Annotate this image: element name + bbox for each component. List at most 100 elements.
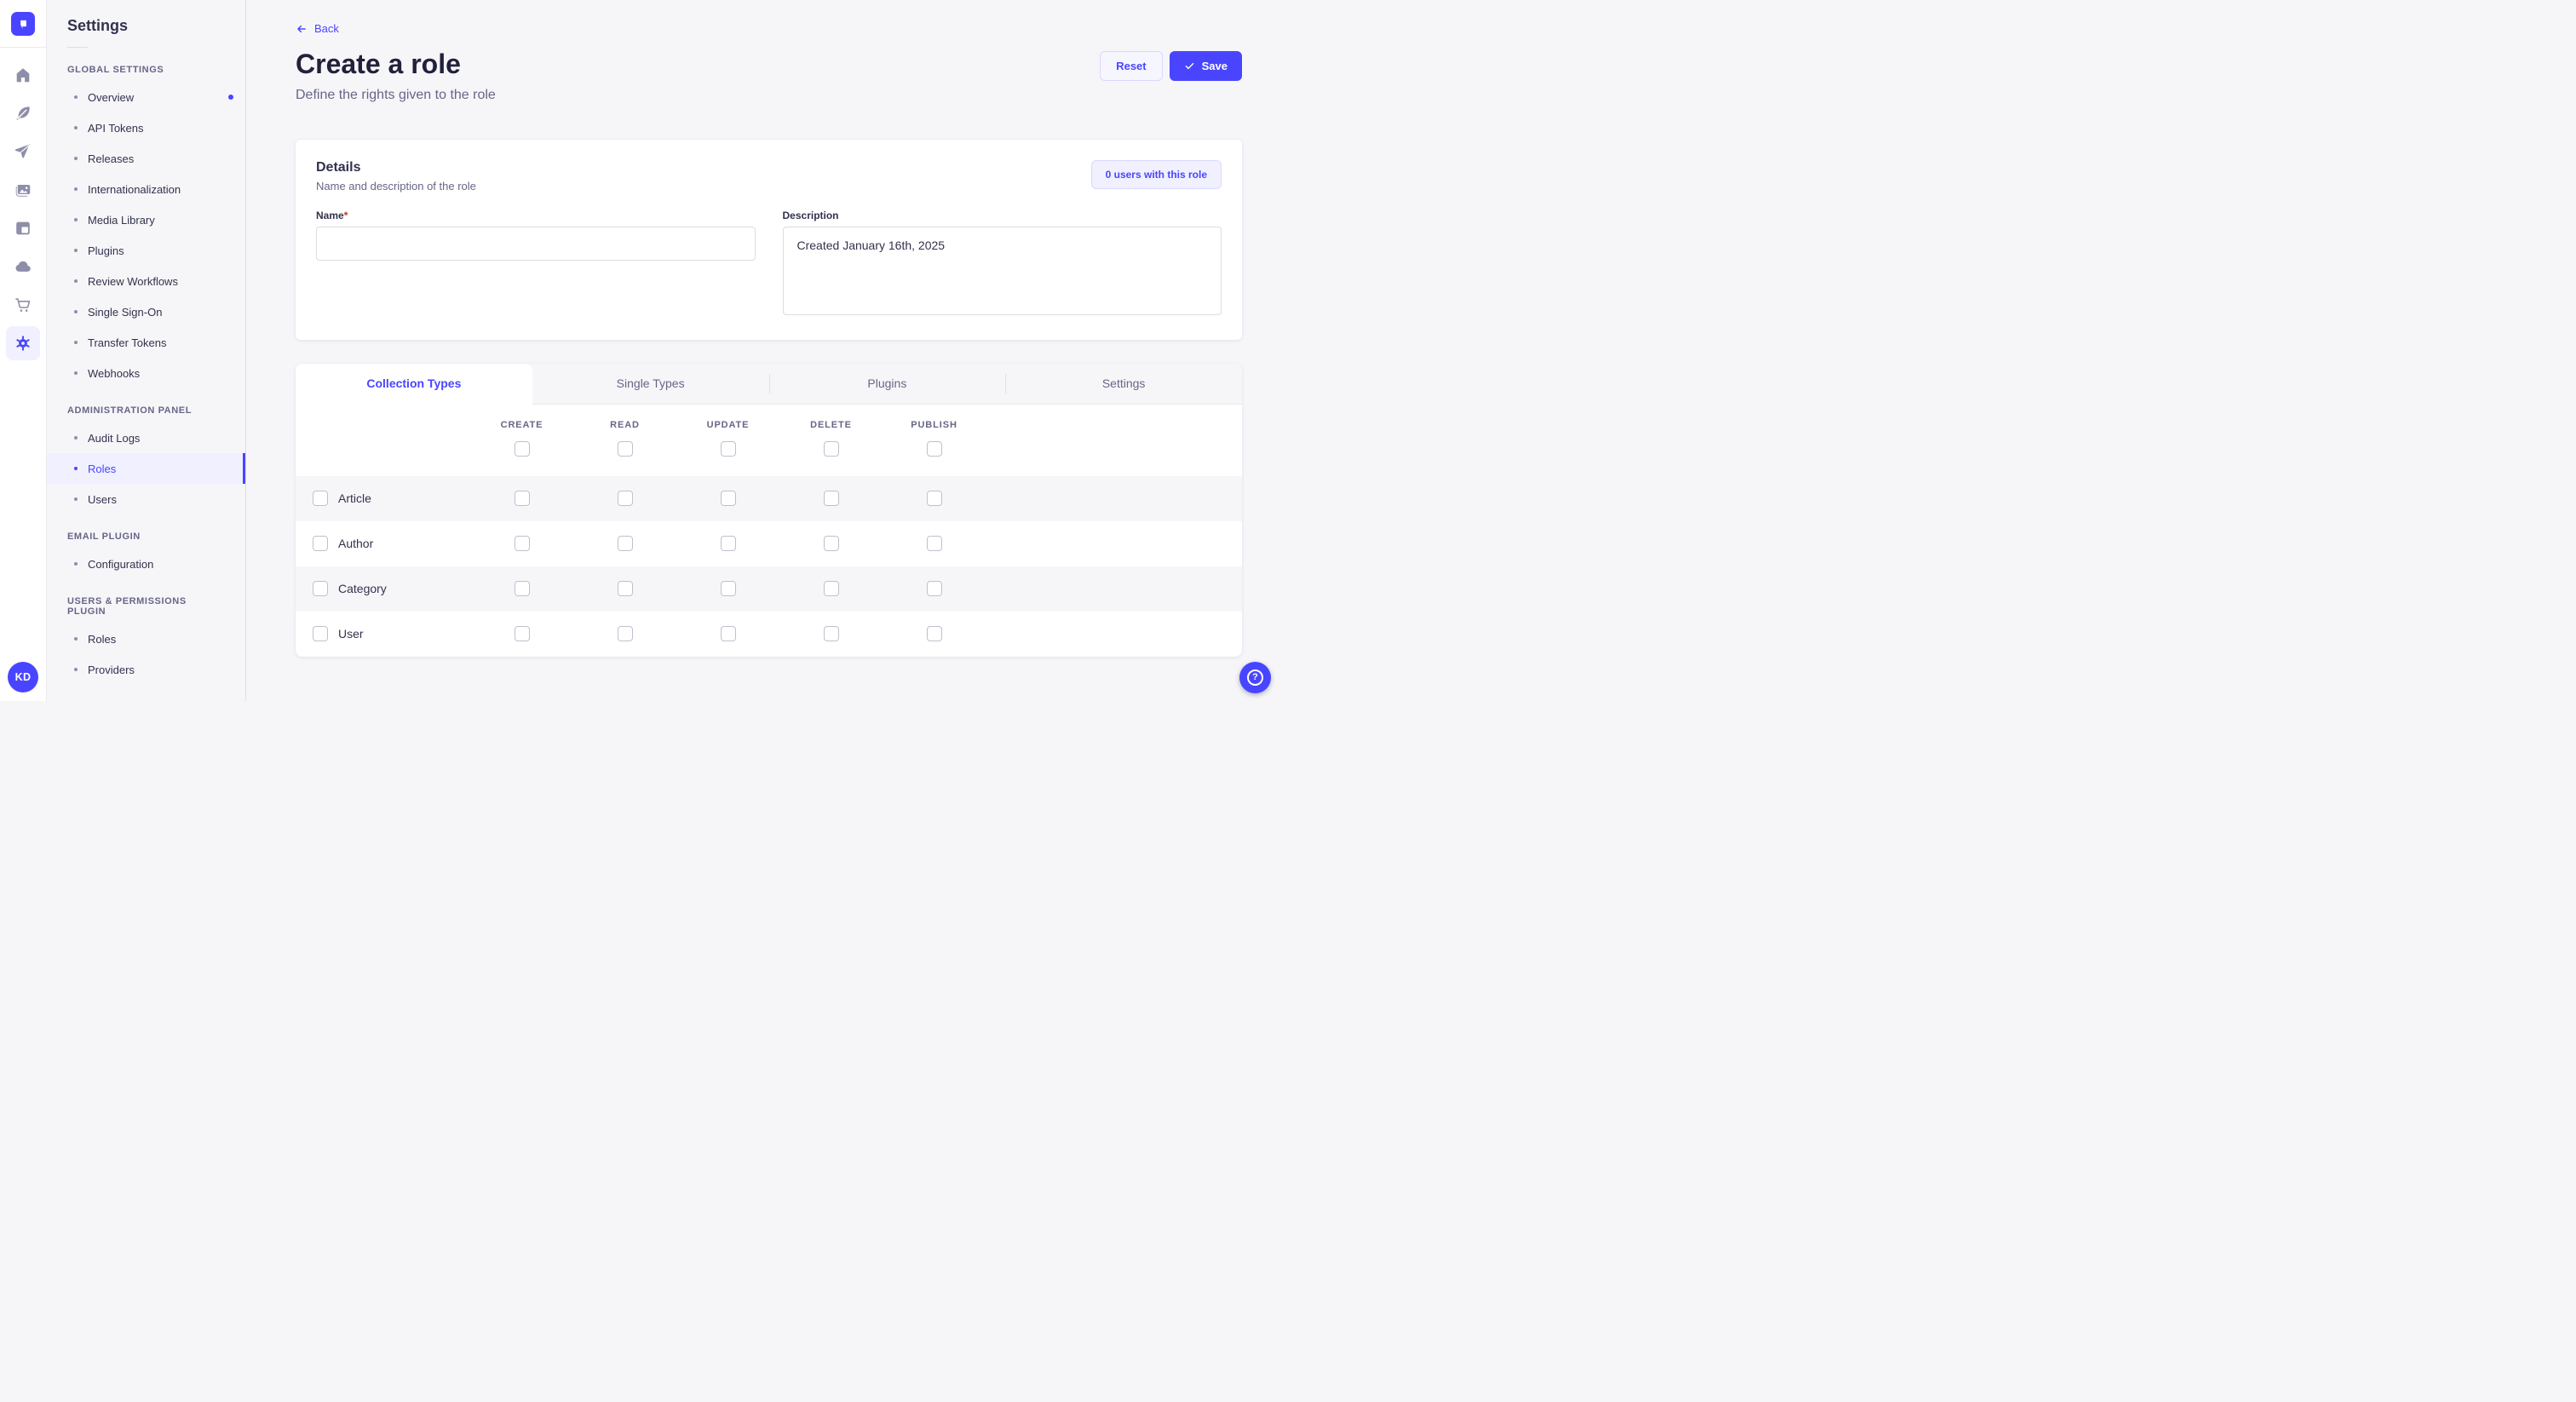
- select-all-delete-checkbox[interactable]: [824, 441, 839, 457]
- user-row-checkbox[interactable]: [313, 626, 328, 641]
- sidebar-item-roles-up[interactable]: Roles: [47, 623, 245, 654]
- author-create-checkbox[interactable]: [515, 536, 530, 551]
- user-delete-checkbox[interactable]: [824, 626, 839, 641]
- name-input[interactable]: [316, 227, 756, 261]
- bullet-icon: [74, 218, 78, 221]
- cloud-icon[interactable]: [6, 250, 40, 284]
- users-with-role-badge[interactable]: 0 users with this role: [1091, 160, 1222, 189]
- author-row-checkbox[interactable]: [313, 536, 328, 551]
- gear-icon[interactable]: [6, 326, 40, 360]
- tab-collection-types[interactable]: Collection Types: [296, 364, 532, 405]
- permissions-tabs: Collection Types Single Types Plugins Se…: [296, 364, 1242, 405]
- details-card-head: Details Name and description of the role…: [316, 160, 1222, 192]
- paper-plane-icon[interactable]: [6, 135, 40, 169]
- article-update-checkbox[interactable]: [721, 491, 736, 506]
- media-library-icon[interactable]: [6, 173, 40, 207]
- sidebar-item-roles-admin[interactable]: Roles: [47, 453, 245, 484]
- sidebar-item-review-workflows[interactable]: Review Workflows: [47, 266, 245, 296]
- sidebar-item-media-library[interactable]: Media Library: [47, 204, 245, 235]
- tab-plugins[interactable]: Plugins: [769, 364, 1006, 405]
- help-button[interactable]: ?: [1239, 662, 1271, 693]
- nav-section-administration-panel: ADMINISTRATION PANEL: [67, 405, 225, 416]
- sidebar-item-api-tokens[interactable]: API Tokens: [47, 112, 245, 143]
- user-publish-checkbox[interactable]: [927, 626, 942, 641]
- home-icon[interactable]: [6, 58, 40, 92]
- reset-button[interactable]: Reset: [1100, 51, 1162, 81]
- article-row-checkbox[interactable]: [313, 491, 328, 506]
- bullet-icon: [74, 157, 78, 160]
- global-settings-list: Overview API Tokens Releases Internation…: [47, 82, 245, 388]
- save-button[interactable]: Save: [1170, 51, 1242, 81]
- bullet-icon: [74, 467, 78, 470]
- author-publish-checkbox[interactable]: [927, 536, 942, 551]
- category-row-checkbox[interactable]: [313, 581, 328, 596]
- category-create-checkbox[interactable]: [515, 581, 530, 596]
- details-title: Details: [316, 160, 476, 175]
- author-read-checkbox[interactable]: [618, 536, 633, 551]
- article-read-checkbox[interactable]: [618, 491, 633, 506]
- table-row-article: Article: [296, 476, 1242, 521]
- select-all-publish-checkbox[interactable]: [927, 441, 942, 457]
- bullet-icon: [74, 95, 78, 99]
- icon-nav: [0, 48, 46, 360]
- subnav-title: Settings: [67, 17, 245, 35]
- article-create-checkbox[interactable]: [515, 491, 530, 506]
- select-all-read-checkbox[interactable]: [618, 441, 633, 457]
- details-subtitle: Name and description of the role: [316, 180, 476, 192]
- sidebar-item-transfer-tokens[interactable]: Transfer Tokens: [47, 327, 245, 358]
- select-all-update-checkbox[interactable]: [721, 441, 736, 457]
- strapi-glyph: [14, 15, 32, 32]
- header-actions: Reset Save: [1100, 51, 1242, 81]
- feather-icon[interactable]: [6, 96, 40, 130]
- user-update-checkbox[interactable]: [721, 626, 736, 641]
- sidebar-item-audit-logs[interactable]: Audit Logs: [47, 422, 245, 453]
- column-header-create: CREATE: [470, 420, 573, 430]
- column-header-publish: PUBLISH: [883, 420, 986, 430]
- bullet-icon: [74, 249, 78, 252]
- user-create-checkbox[interactable]: [515, 626, 530, 641]
- row-label: Category: [338, 582, 387, 595]
- cart-icon[interactable]: [6, 288, 40, 322]
- sidebar-item-single-sign-on[interactable]: Single Sign-On: [47, 296, 245, 327]
- select-all-create-checkbox[interactable]: [515, 441, 530, 457]
- bullet-icon: [74, 436, 78, 440]
- required-asterisk: *: [344, 210, 348, 221]
- category-update-checkbox[interactable]: [721, 581, 736, 596]
- article-delete-checkbox[interactable]: [824, 491, 839, 506]
- title-divider: [67, 47, 88, 48]
- email-plugin-list: Configuration: [47, 549, 245, 579]
- description-field-group: Description Created January 16th, 2025: [783, 210, 1222, 319]
- page-header: Create a role Reset Save: [296, 49, 1242, 81]
- layout-icon[interactable]: [6, 211, 40, 245]
- column-header-update: UPDATE: [676, 420, 779, 430]
- user-read-checkbox[interactable]: [618, 626, 633, 641]
- sidebar-item-users[interactable]: Users: [47, 484, 245, 514]
- bullet-icon: [74, 497, 78, 501]
- author-update-checkbox[interactable]: [721, 536, 736, 551]
- tab-single-types[interactable]: Single Types: [532, 364, 769, 405]
- arrow-left-icon: [296, 23, 308, 35]
- row-label: User: [338, 627, 364, 641]
- nav-section-global-settings: GLOBAL SETTINGS: [67, 65, 225, 75]
- back-link[interactable]: Back: [296, 22, 339, 35]
- category-delete-checkbox[interactable]: [824, 581, 839, 596]
- strapi-logo-icon[interactable]: [11, 12, 35, 36]
- name-label: Name*: [316, 210, 756, 221]
- sidebar-item-webhooks[interactable]: Webhooks: [47, 358, 245, 388]
- sidebar-item-configuration[interactable]: Configuration: [47, 549, 245, 579]
- sidebar-item-internationalization[interactable]: Internationalization: [47, 174, 245, 204]
- bullet-icon: [74, 126, 78, 129]
- article-publish-checkbox[interactable]: [927, 491, 942, 506]
- sidebar-item-plugins[interactable]: Plugins: [47, 235, 245, 266]
- description-textarea[interactable]: Created January 16th, 2025: [783, 227, 1222, 315]
- sidebar-item-overview[interactable]: Overview: [47, 82, 245, 112]
- sidebar-item-releases[interactable]: Releases: [47, 143, 245, 174]
- details-card: Details Name and description of the role…: [296, 140, 1242, 340]
- category-read-checkbox[interactable]: [618, 581, 633, 596]
- tab-settings[interactable]: Settings: [1005, 364, 1242, 405]
- author-delete-checkbox[interactable]: [824, 536, 839, 551]
- category-publish-checkbox[interactable]: [927, 581, 942, 596]
- sidebar-item-providers[interactable]: Providers: [47, 654, 245, 685]
- user-avatar[interactable]: KD: [8, 662, 38, 692]
- name-field-group: Name*: [316, 210, 756, 319]
